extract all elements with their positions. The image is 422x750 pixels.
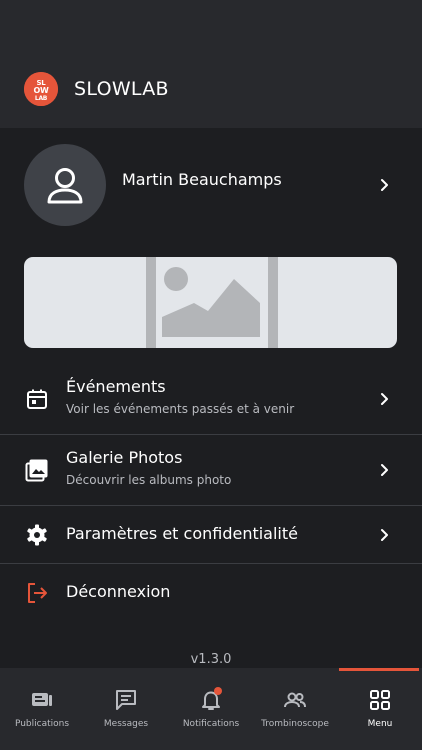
user-icon <box>47 168 83 204</box>
notification-badge <box>214 687 222 695</box>
bottom-tab-bar: Publications Messages Notifications Trom… <box>0 668 422 750</box>
chevron-right-icon <box>381 179 388 191</box>
svg-text:OW: OW <box>33 86 49 95</box>
divider <box>0 563 422 564</box>
menu-item-photo-gallery[interactable]: Galerie Photos Découvrir les albums phot… <box>0 437 422 505</box>
tab-label: Menu <box>367 719 393 729</box>
tab-label: Trombinoscope <box>261 719 329 729</box>
tab-label: Notifications <box>182 719 240 729</box>
chevron-right-icon <box>381 529 388 541</box>
tab-publications[interactable]: Publications <box>0 668 84 750</box>
app-version: v1.3.0 <box>190 652 232 667</box>
tab-messages[interactable]: Messages <box>84 668 168 750</box>
publications-icon <box>32 693 52 706</box>
tab-label: Messages <box>103 719 149 729</box>
tab-label: Publications <box>14 719 70 729</box>
profile-row[interactable]: Martin Beauchamps <box>0 140 422 230</box>
menu-item-settings[interactable]: Paramètres et confidentialité <box>0 508 422 563</box>
image-placeholder-icon <box>146 257 278 348</box>
banner-image-placeholder[interactable] <box>24 257 397 348</box>
menu-item-events[interactable]: Événements Voir les événements passés et… <box>0 366 422 434</box>
people-icon <box>284 692 306 708</box>
menu-subtitle: Voir les événements passés et à venir <box>66 402 295 416</box>
gear-icon <box>24 522 50 548</box>
logout-icon <box>24 580 50 606</box>
chevron-right-icon <box>381 393 388 405</box>
menu-title: Galerie Photos <box>66 448 183 467</box>
divider <box>0 434 422 435</box>
brand: SL OW LAB SLOWLAB <box>24 71 169 107</box>
photo-library-icon <box>24 457 50 483</box>
divider <box>0 505 422 506</box>
profile-name: Martin Beauchamps <box>122 170 282 189</box>
avatar[interactable] <box>24 144 106 226</box>
menu-subtitle: Découvrir les albums photo <box>66 473 232 487</box>
calendar-icon <box>24 386 50 412</box>
menu-title: Paramètres et confidentialité <box>66 524 298 543</box>
menu-item-logout[interactable]: Déconnexion <box>0 566 422 621</box>
svg-text:LAB: LAB <box>35 95 48 102</box>
app-header: SL OW LAB SLOWLAB <box>0 0 422 128</box>
chevron-right-icon <box>381 464 388 476</box>
tab-notifications[interactable]: Notifications <box>169 668 253 750</box>
menu-title: Événements <box>66 377 166 396</box>
menu-title: Déconnexion <box>66 582 171 601</box>
grid-icon <box>370 690 390 710</box>
tab-menu[interactable]: Menu <box>338 668 422 750</box>
messages-icon <box>116 690 136 710</box>
tab-trombinoscope[interactable]: Trombinoscope <box>253 668 337 750</box>
slowlab-logo: SL OW LAB <box>24 72 58 106</box>
brand-name: SLOWLAB <box>74 78 169 100</box>
